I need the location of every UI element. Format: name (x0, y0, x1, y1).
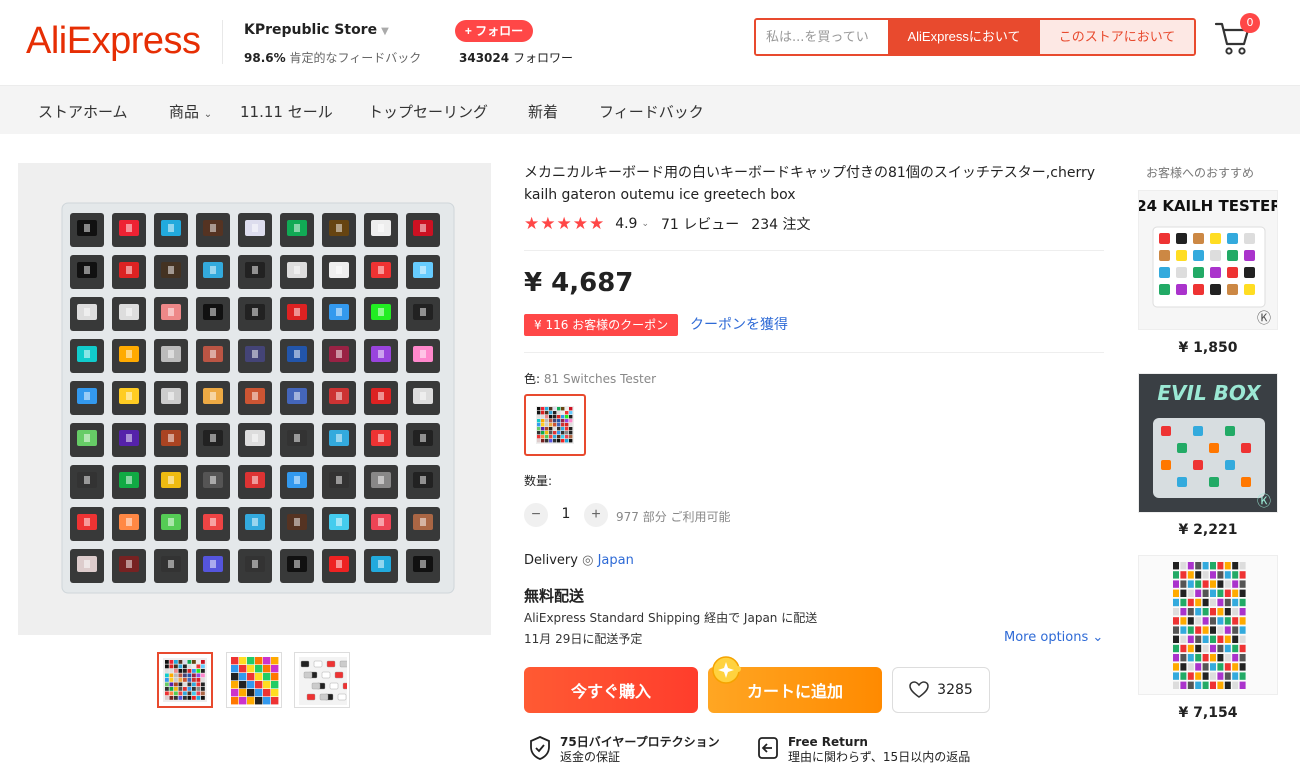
buy-now-button[interactable]: 今すぐ購入 (524, 667, 698, 713)
quantity-minus-button[interactable]: − (524, 503, 548, 527)
feedback-label: 肯定的なフィードバック (289, 51, 422, 65)
wishlist-count: 3285 (937, 682, 973, 698)
nav-products[interactable]: 商品 ⌄ (169, 101, 212, 122)
divider (524, 352, 1104, 353)
nav-new-arrivals[interactable]: 新着 (528, 101, 558, 122)
store-name[interactable]: KPrepublic Store ▼ (244, 22, 389, 38)
swatch-image (536, 406, 574, 444)
product-main-image[interactable] (18, 163, 491, 635)
header-divider (222, 20, 223, 64)
followers-count: 343024 (459, 51, 510, 65)
search-store-button[interactable]: このストアにおいて (1040, 20, 1194, 54)
store-nav: ストアホーム 商品 ⌄ 11.11 セール トップセーリング 新着 フィードバッ… (0, 86, 1300, 134)
buyer-protection-text: 75日バイヤープロテクション 返金の保証 (560, 735, 720, 765)
location-pin-icon: ◎ (582, 553, 594, 568)
rating-stars: ★★★★★ (524, 214, 606, 234)
recommendation-label: EVIL BOX (1157, 381, 1262, 405)
search-box: AliExpressにおいて このストアにおいて (754, 18, 1196, 56)
quantity-label: 数量: (524, 474, 553, 488)
search-input[interactable] (756, 20, 888, 54)
recommendation-card-1[interactable]: 24 KAILH TESTER Ⓚ (1138, 190, 1278, 330)
color-value: 81 Switches Tester (543, 372, 657, 386)
divider (524, 250, 1104, 251)
free-shipping-label: 無料配送 (524, 587, 585, 605)
search-aliexpress-button[interactable]: AliExpressにおいて (888, 20, 1040, 54)
free-return-sub: 理由に関わらず、15日以内の返品 (788, 750, 971, 764)
recommendation-price-2[interactable]: ¥ 2,221 (1138, 522, 1278, 538)
thumbnail-image (163, 658, 207, 702)
store-name-text[interactable]: KPrepublic Store (244, 22, 377, 38)
more-options-label[interactable]: More options (1004, 630, 1088, 645)
chevron-down-icon[interactable]: ⌄ (1092, 630, 1103, 645)
thumbnail-image (299, 657, 352, 705)
nav-sale[interactable]: 11.11 セール (240, 101, 333, 122)
recommendation-card-3[interactable] (1138, 555, 1278, 695)
shipping-date: 11月 29日に配送予定 (524, 632, 643, 646)
nav-products-label[interactable]: 商品 (169, 103, 199, 121)
nav-top-selling[interactable]: トップセーリング (368, 101, 488, 122)
follow-button[interactable]: + フォロー (455, 20, 533, 42)
thumbnail-3[interactable] (294, 652, 352, 708)
quantity-value[interactable]: 1 (558, 506, 574, 522)
recommendation-image: EVIL BOX Ⓚ (1139, 374, 1277, 512)
get-coupon-link[interactable]: クーポンを獲得 (690, 314, 788, 336)
store-header: AliExpress KPrepublic Store ▼ 98.6% 肯定的なフ… (0, 0, 1300, 86)
switch-tester-image (18, 163, 491, 635)
product-price: ¥ 4,687 (524, 268, 634, 298)
recommendations-title: お客様へのおすすめ (1146, 166, 1255, 180)
thumbnail-2[interactable] (226, 652, 282, 708)
color-swatch[interactable] (524, 394, 586, 456)
free-return-title: Free Return (788, 735, 868, 749)
delivery-label: Delivery (524, 553, 578, 568)
color-label-text: 色: (524, 372, 541, 386)
rating-row: ★★★★★ 4.9 ⌄ 71 レビュー 234 注文 (524, 214, 810, 234)
return-icon (758, 737, 778, 759)
coupon-tag: ¥ 116 お客様のクーポン (524, 314, 679, 336)
buyer-protection-sub: 返金の保証 (560, 750, 621, 764)
color-label: 色: 81 Switches Tester (524, 370, 656, 387)
cart-count-badge: 0 (1240, 13, 1260, 33)
review-count[interactable]: 71 レビュー (661, 214, 739, 234)
buyer-protection: 75日バイヤープロテクション 返金の保証 (528, 735, 720, 765)
thumbnail-1[interactable] (157, 652, 213, 708)
recommendation-label: 24 KAILH TESTER (1139, 197, 1278, 215)
chevron-down-icon[interactable]: ⌄ (641, 219, 649, 229)
free-return: Free Return 理由に関わらず、15日以内の返品 (756, 735, 970, 765)
followers-label: フォロワー (512, 51, 573, 65)
chevron-down-icon[interactable]: ▼ (381, 26, 389, 37)
order-count: 234 注文 (751, 217, 811, 233)
shipping-method: AliExpress Standard Shipping 経由で Japan に… (524, 611, 818, 625)
rating-value[interactable]: 4.9 (615, 216, 637, 232)
heart-icon (909, 681, 929, 698)
recommendation-card-2[interactable]: EVIL BOX Ⓚ (1138, 373, 1278, 513)
nav-feedback[interactable]: フィードバック (599, 101, 704, 122)
delivery-row: Delivery ◎ Japan (524, 553, 634, 568)
product-title: メカニカルキーボード用の白いキーボードキャップ付きの81個のスイッチテスター,c… (524, 165, 1095, 203)
quantity-available: 977 部分 ご利用可能 (616, 510, 731, 524)
svg-text:Ⓚ: Ⓚ (1257, 494, 1271, 510)
recommendation-price-1[interactable]: ¥ 1,850 (1138, 340, 1278, 356)
nav-store-home[interactable]: ストアホーム (38, 101, 128, 122)
aliexpress-logo[interactable]: AliExpress (26, 20, 201, 63)
more-options-link[interactable]: More options ⌄ (1004, 630, 1103, 645)
quantity-plus-button[interactable]: + (584, 503, 608, 527)
store-feedback: 98.6% 肯定的なフィードバック (244, 49, 421, 66)
followers: 343024 フォロワー (459, 49, 573, 66)
thumbnail-image (231, 657, 279, 705)
recommendation-image (1139, 556, 1277, 694)
buyer-protection-title: 75日バイヤープロテクション (560, 735, 720, 749)
chevron-down-icon[interactable]: ⌄ (204, 109, 212, 120)
delivery-location[interactable]: Japan (598, 553, 634, 568)
recommendation-image: 24 KAILH TESTER Ⓚ (1139, 191, 1278, 329)
wishlist-button[interactable]: 3285 (892, 667, 990, 713)
svg-text:Ⓚ: Ⓚ (1257, 311, 1271, 327)
free-return-text: Free Return 理由に関わらず、15日以内の返品 (788, 735, 970, 765)
shield-check-icon (530, 736, 550, 760)
recommendation-price-3[interactable]: ¥ 7,154 (1138, 705, 1278, 721)
coin-icon (712, 656, 741, 684)
feedback-percent: 98.6% (244, 51, 286, 65)
